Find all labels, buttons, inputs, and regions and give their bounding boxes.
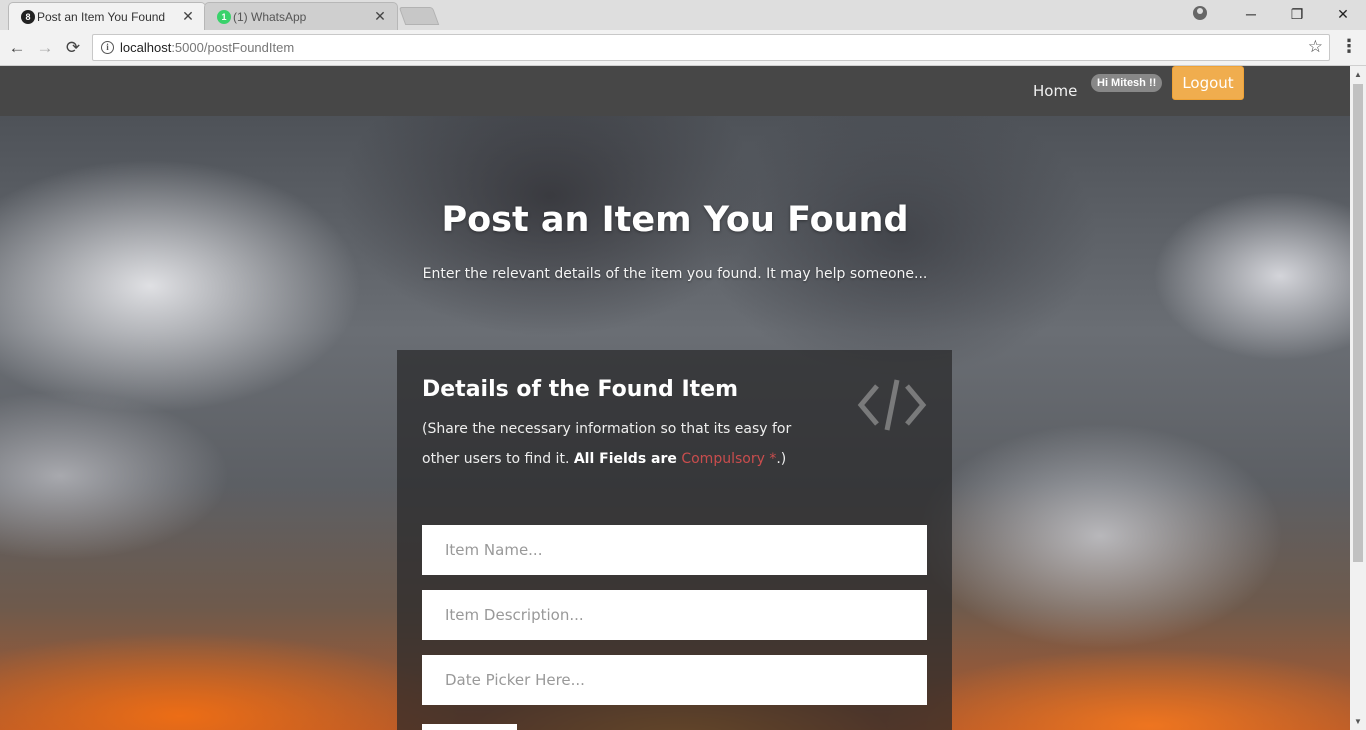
address-bar[interactable]: i localhost:5000/postFoundItem ☆ bbox=[92, 34, 1330, 61]
reload-icon[interactable]: ⟳ bbox=[62, 37, 84, 59]
item-name-input[interactable] bbox=[422, 525, 927, 575]
form-instructions: (Share the necessary information so that… bbox=[422, 414, 822, 474]
scroll-up-icon[interactable]: ▲ bbox=[1353, 70, 1363, 79]
tab-close-icon[interactable]: ✕ bbox=[373, 8, 387, 25]
tab-close-icon[interactable]: ✕ bbox=[181, 8, 195, 25]
star-icon[interactable]: ☆ bbox=[1308, 37, 1323, 57]
found-item-form-panel: Details of the Found Item (Share the nec… bbox=[397, 350, 952, 730]
info-icon[interactable]: i bbox=[101, 41, 114, 54]
logout-button[interactable]: Logout bbox=[1172, 66, 1244, 100]
user-greeting-badge: Hi Mitesh !! bbox=[1091, 74, 1163, 92]
form-heading: Details of the Found Item bbox=[422, 377, 739, 402]
whatsapp-favicon-icon: 1 bbox=[217, 10, 231, 24]
page-scrollbar[interactable]: ▲ ▼ bbox=[1350, 66, 1366, 730]
form-note-suffix: .) bbox=[776, 451, 787, 467]
tab-favicon-icon: 8 bbox=[21, 10, 35, 24]
url-text[interactable]: localhost:5000/postFoundItem bbox=[120, 40, 294, 55]
minimize-icon[interactable]: ─ bbox=[1228, 0, 1274, 28]
scroll-down-icon[interactable]: ▼ bbox=[1353, 717, 1363, 726]
back-arrow-icon[interactable]: ← bbox=[6, 37, 28, 59]
nav-home-link[interactable]: Home bbox=[1033, 82, 1077, 100]
tab-whatsapp[interactable]: 1 (1) WhatsApp ✕ bbox=[204, 2, 398, 30]
hero-section: Post an Item You Found Enter the relevan… bbox=[0, 116, 1350, 730]
form-note-required: Compulsory * bbox=[681, 451, 777, 467]
tab-title: Post an Item You Found bbox=[37, 9, 166, 24]
tab-title: (1) WhatsApp bbox=[233, 9, 307, 24]
browser-toolbar: ← → ⟳ i localhost:5000/postFoundItem ☆ ⋮ bbox=[0, 30, 1366, 66]
url-path: :5000/postFoundItem bbox=[171, 40, 295, 55]
item-description-input[interactable] bbox=[422, 590, 927, 640]
code-icon bbox=[857, 379, 927, 431]
form-note-bold: All Fields are bbox=[573, 451, 677, 467]
date-picker-input[interactable] bbox=[422, 655, 927, 705]
forward-arrow-icon[interactable]: → bbox=[34, 37, 56, 59]
site-navbar: Home Hi Mitesh !! Logout bbox=[0, 66, 1350, 116]
window-close-icon[interactable]: ✕ bbox=[1320, 0, 1366, 28]
profile-icon[interactable] bbox=[1193, 6, 1207, 20]
url-host: localhost bbox=[120, 40, 172, 55]
submit-button[interactable] bbox=[422, 724, 517, 730]
maximize-icon[interactable]: ❐ bbox=[1274, 0, 1320, 28]
new-tab-button[interactable] bbox=[398, 7, 440, 25]
page-title: Post an Item You Found bbox=[441, 200, 909, 240]
browser-tabstrip: 8 Post an Item You Found ✕ 1 (1) WhatsAp… bbox=[0, 0, 1366, 30]
browser-menu-icon[interactable]: ⋮ bbox=[1340, 36, 1358, 57]
page-subtitle: Enter the relevant details of the item y… bbox=[422, 266, 928, 282]
scrollbar-thumb[interactable] bbox=[1353, 84, 1363, 562]
page-viewport: Home Hi Mitesh !! Logout Post an Item Yo… bbox=[0, 66, 1350, 730]
tab-post-found-item[interactable]: 8 Post an Item You Found ✕ bbox=[8, 2, 206, 30]
window-controls: ─ ❐ ✕ bbox=[1228, 0, 1366, 28]
